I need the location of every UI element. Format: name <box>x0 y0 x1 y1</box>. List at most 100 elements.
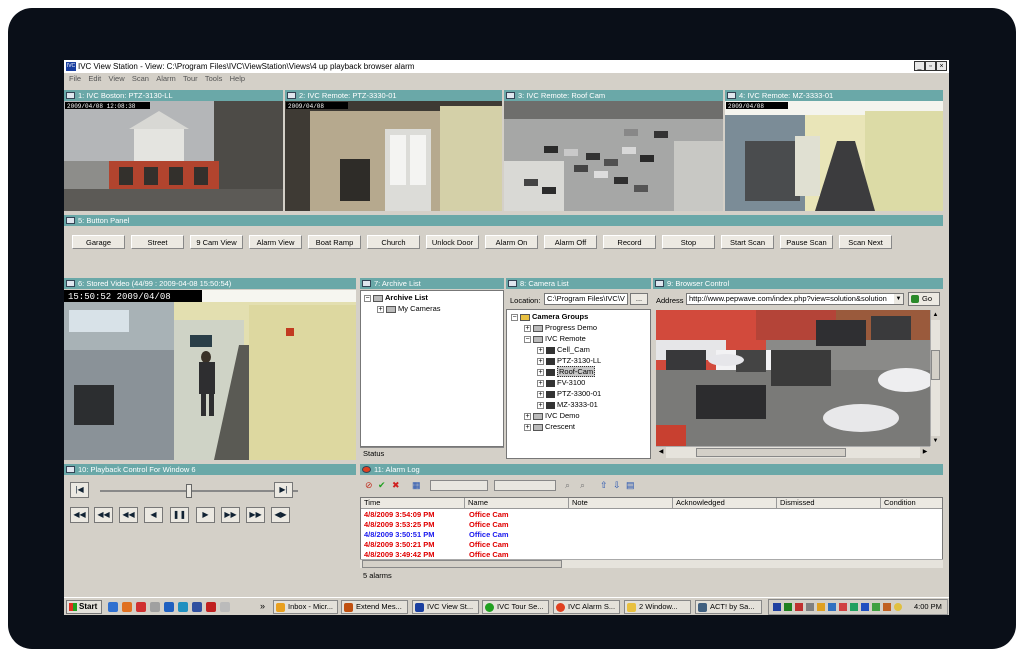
expand-icon[interactable]: + <box>524 412 531 420</box>
app-icon[interactable] <box>164 602 174 612</box>
restore-button[interactable]: ▫ <box>925 61 936 71</box>
column-note[interactable]: Note <box>569 498 673 508</box>
expand-icon[interactable]: + <box>377 305 384 313</box>
tray-app-icon[interactable] <box>806 603 814 611</box>
tray-app-icon[interactable] <box>861 603 869 611</box>
tree-group-ivc-remote[interactable]: − IVC Remote <box>524 334 586 344</box>
alarm-hscroll-thumb[interactable] <box>362 560 562 568</box>
scroll-left-icon[interactable]: ◀ <box>656 447 666 458</box>
app-icon[interactable] <box>150 602 160 612</box>
tree-cam-mz-3333-01[interactable]: + MZ-3333-01 <box>537 400 598 410</box>
task-ivc-tour[interactable]: IVC Tour Se... <box>482 600 549 614</box>
hscroll-thumb[interactable] <box>696 448 846 457</box>
table-row[interactable]: 4/8/2009 3:50:21 PM Office Cam <box>361 540 937 550</box>
stored-video-feed[interactable]: 15:50:52 2009/04/08 <box>64 290 356 460</box>
camera-2-feed[interactable]: 2009/04/08 <box>285 101 502 211</box>
scroll-up-icon[interactable]: ▲ <box>931 310 940 320</box>
expand-icon[interactable]: + <box>537 390 544 398</box>
table-row[interactable]: 4/8/2009 3:53:25 PM Office Cam <box>361 520 937 530</box>
record-button[interactable]: Record <box>603 235 656 249</box>
checkmark-icon[interactable]: ✔ <box>378 480 386 491</box>
tray-app-icon[interactable] <box>883 603 891 611</box>
tray-app-icon[interactable] <box>817 603 825 611</box>
alarm-off-button[interactable]: Alarm Off <box>544 235 597 249</box>
task-extend[interactable]: Extend Mes... <box>341 600 408 614</box>
acrobat-icon[interactable] <box>206 602 216 612</box>
task-ivc-alarm[interactable]: IVC Alarm S... <box>553 600 620 614</box>
church-button[interactable]: Church <box>367 235 420 249</box>
tray-app-icon[interactable] <box>784 603 792 611</box>
alarm-filter-dropdown[interactable] <box>430 480 488 491</box>
browser-icon[interactable] <box>136 602 146 612</box>
playback-slider-track[interactable] <box>100 490 298 492</box>
browse-button[interactable]: ... <box>630 293 648 305</box>
tree-cam-roof-cam[interactable]: + Roof-Cam <box>537 366 596 377</box>
acknowledge-icon[interactable]: ⊘ <box>365 480 373 491</box>
columns-icon[interactable]: ▤ <box>626 480 635 491</box>
task-inbox[interactable]: Inbox - Micr... <box>273 600 338 614</box>
tree-cam-cell-cam[interactable]: + Cell_Cam <box>537 345 590 355</box>
taskbar-overflow-chevron[interactable]: » <box>260 601 265 612</box>
menu-edit[interactable]: Edit <box>88 73 101 85</box>
start-button[interactable]: Start <box>66 600 102 614</box>
expand-icon[interactable]: + <box>537 379 544 387</box>
pause-button[interactable]: ❚❚ <box>170 507 189 523</box>
ie-icon[interactable] <box>108 602 118 612</box>
camera-1-feed[interactable]: 2009/04/08 12:08:38 <box>64 101 283 211</box>
archive-root[interactable]: − Archive List <box>364 293 428 303</box>
step-frame-button[interactable]: ◀▶ <box>271 507 290 523</box>
filter-icon[interactable]: ▦ <box>412 480 421 491</box>
expand-icon[interactable]: + <box>524 423 531 431</box>
menu-tools[interactable]: Tools <box>205 73 223 85</box>
expand-icon[interactable]: + <box>524 324 531 332</box>
go-button[interactable]: Go <box>908 292 940 306</box>
collapse-icon[interactable]: − <box>524 335 531 343</box>
menu-view[interactable]: View <box>109 73 125 85</box>
unlock-door-button[interactable]: Unlock Door <box>426 235 479 249</box>
go-to-end-button[interactable]: ▶| <box>274 482 293 498</box>
column-acknowledged[interactable]: Acknowledged <box>673 498 777 508</box>
scan-next-button[interactable]: Scan Next <box>839 235 892 249</box>
browser-scrollbar[interactable]: ▲ ▼ <box>930 310 940 446</box>
browser-hscrollbar[interactable]: ◀ ▶ <box>656 446 930 458</box>
faster-forward-button[interactable]: ▶▶ <box>246 507 265 523</box>
alarm-hscrollbar[interactable] <box>360 559 943 568</box>
garage-button[interactable]: Garage <box>72 235 125 249</box>
table-row[interactable]: 4/8/2009 3:50:51 PM Office Cam <box>361 530 937 540</box>
close-button[interactable]: × <box>936 61 947 71</box>
boat-ramp-button[interactable]: Boat Ramp <box>308 235 361 249</box>
location-input[interactable]: C:\Program Files\IVC\V <box>544 293 628 305</box>
scroll-right-icon[interactable]: ▶ <box>920 447 930 458</box>
tree-group-crescent[interactable]: + Crescent <box>524 422 575 432</box>
column-name[interactable]: Name <box>465 498 569 508</box>
minimize-button[interactable]: _ <box>914 61 925 71</box>
tray-app-icon[interactable] <box>828 603 836 611</box>
collapse-icon[interactable]: − <box>511 313 518 321</box>
go-to-start-button[interactable]: |◀ <box>70 482 89 498</box>
table-row[interactable]: 4/8/2009 3:54:09 PM Office Cam <box>361 510 937 520</box>
menu-file[interactable]: File <box>69 73 81 85</box>
task-act[interactable]: ACT! by Sa... <box>695 600 762 614</box>
tray-network-icon[interactable] <box>773 603 781 611</box>
address-dropdown-icon[interactable]: ▼ <box>894 294 903 304</box>
tray-app-icon[interactable] <box>795 603 803 611</box>
scroll-thumb[interactable] <box>931 350 940 380</box>
tray-app-icon[interactable] <box>872 603 880 611</box>
play-button[interactable]: ▶ <box>196 507 215 523</box>
expand-icon[interactable]: + <box>537 346 544 354</box>
tray-app-icon[interactable] <box>839 603 847 611</box>
start-scan-button[interactable]: Start Scan <box>721 235 774 249</box>
find-next-icon[interactable]: ⌕ <box>580 480 585 491</box>
pause-scan-button[interactable]: Pause Scan <box>780 235 833 249</box>
task-windows-explorer[interactable]: 2 Window... <box>624 600 691 614</box>
rewind-button[interactable]: ◀◀ <box>119 507 138 523</box>
9-cam-view-button[interactable]: 9 Cam View <box>190 235 243 249</box>
tree-cam-fv-3100[interactable]: + FV-3100 <box>537 378 585 388</box>
window-title-bar[interactable]: IVC IVC View Station - View: C:\Program … <box>64 60 949 73</box>
find-icon[interactable]: ⌕ <box>565 480 570 491</box>
tree-group-progress-demo[interactable]: + Progress Demo <box>524 323 597 333</box>
app-icon[interactable] <box>178 602 188 612</box>
column-time[interactable]: Time <box>361 498 465 508</box>
expand-icon[interactable]: + <box>537 357 544 365</box>
alarm-type-dropdown[interactable] <box>494 480 556 491</box>
